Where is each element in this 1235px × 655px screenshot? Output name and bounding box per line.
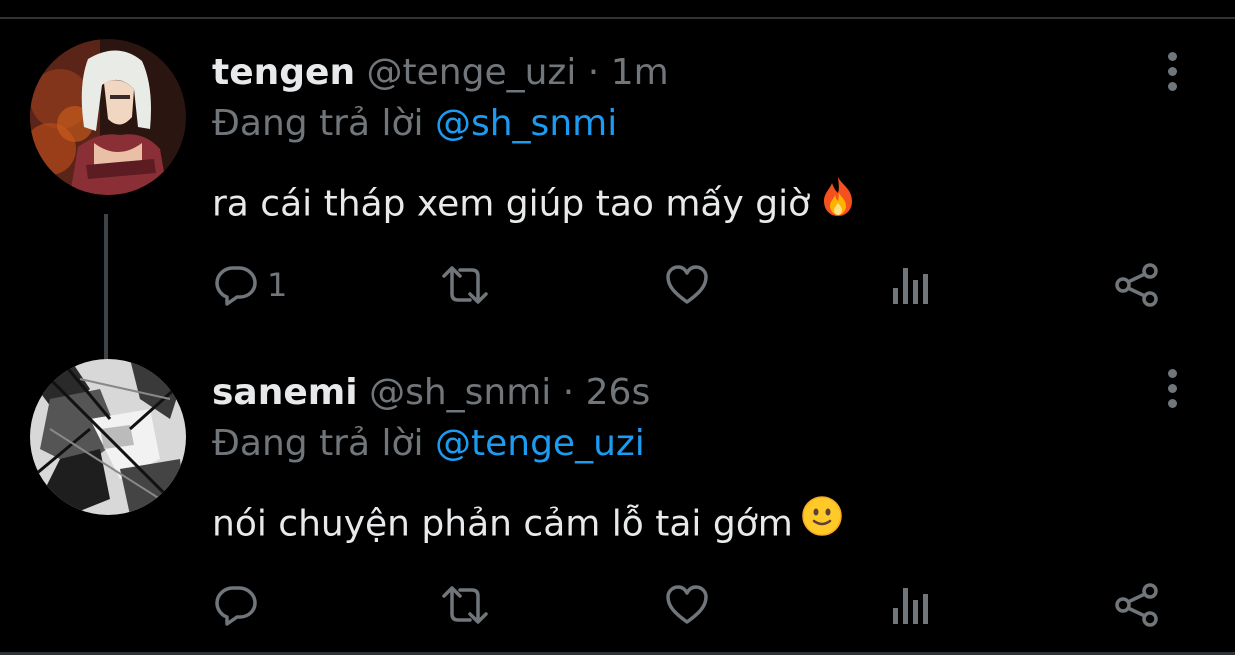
tweet-actions-bar: 1 [0, 257, 1235, 313]
more-dot [1167, 368, 1177, 378]
separator-dot: · [587, 52, 600, 93]
tweet[interactable]: sanemi @sh_snmi · 26s Đang trả lời @teng… [0, 349, 1235, 652]
more-options-button[interactable] [1152, 366, 1192, 410]
tweet[interactable]: tengen @tenge_uzi · 1m Đang trả lời @sh_… [0, 19, 1235, 379]
fire-emoji [818, 175, 858, 228]
replying-to-label: Đang trả lời [212, 103, 424, 144]
retweet-button[interactable] [440, 257, 490, 313]
separator-dot: · [562, 372, 575, 413]
replying-to-mention[interactable]: @sh_snmi [435, 103, 617, 144]
timestamp[interactable]: 26s [586, 372, 651, 413]
analytics-button[interactable] [890, 257, 932, 313]
share-button[interactable] [1114, 257, 1162, 313]
analytics-icon [890, 262, 932, 308]
tweet-header: tengen @tenge_uzi · 1m [212, 51, 669, 95]
analytics-icon [890, 582, 932, 628]
replying-to-line: Đang trả lời @sh_snmi [212, 102, 617, 146]
tweet-header: sanemi @sh_snmi · 26s [212, 371, 650, 415]
more-dot [1167, 51, 1177, 61]
avatar[interactable] [30, 359, 186, 515]
reply-button[interactable]: 1 [213, 257, 287, 313]
retweet-icon [440, 262, 490, 308]
more-dot [1167, 383, 1177, 393]
reply-count: 1 [267, 266, 288, 304]
reply-icon [213, 582, 259, 628]
display-name[interactable]: sanemi [212, 372, 358, 413]
retweet-icon [440, 582, 490, 628]
more-dot [1167, 81, 1177, 91]
more-options-button[interactable] [1152, 49, 1192, 93]
analytics-button[interactable] [890, 577, 932, 633]
heart-icon [664, 262, 710, 308]
user-handle[interactable]: @tenge_uzi [367, 52, 577, 93]
slightly-smiling-face-emoji [801, 495, 843, 548]
share-button[interactable] [1114, 577, 1162, 633]
tweet-text: ra cái tháp xem giúp tao mấy giờ [212, 177, 858, 232]
share-icon [1114, 262, 1162, 308]
replying-to-label: Đang trả lời [212, 423, 424, 464]
user-handle[interactable]: @sh_snmi [369, 372, 551, 413]
replying-to-line: Đang trả lời @tenge_uzi [212, 422, 645, 466]
tweet-text-content: ra cái tháp xem giúp tao mấy giờ [212, 183, 811, 225]
like-button[interactable] [664, 577, 710, 633]
heart-icon [664, 582, 710, 628]
share-icon [1114, 582, 1162, 628]
like-button[interactable] [664, 257, 710, 313]
tweet-text: nói chuyện phản cảm lỗ tai gớm [212, 496, 843, 552]
more-dot [1167, 66, 1177, 76]
more-dot [1167, 398, 1177, 408]
reply-icon [213, 262, 259, 308]
avatar[interactable] [30, 39, 186, 195]
retweet-button[interactable] [440, 577, 490, 633]
display-name[interactable]: tengen [212, 52, 355, 93]
tweet-text-content: nói chuyện phản cảm lỗ tai gớm [212, 503, 793, 545]
replying-to-mention[interactable]: @tenge_uzi [435, 423, 645, 464]
timestamp[interactable]: 1m [611, 52, 669, 93]
tweet-actions-bar [0, 577, 1235, 633]
reply-button[interactable] [213, 577, 267, 633]
